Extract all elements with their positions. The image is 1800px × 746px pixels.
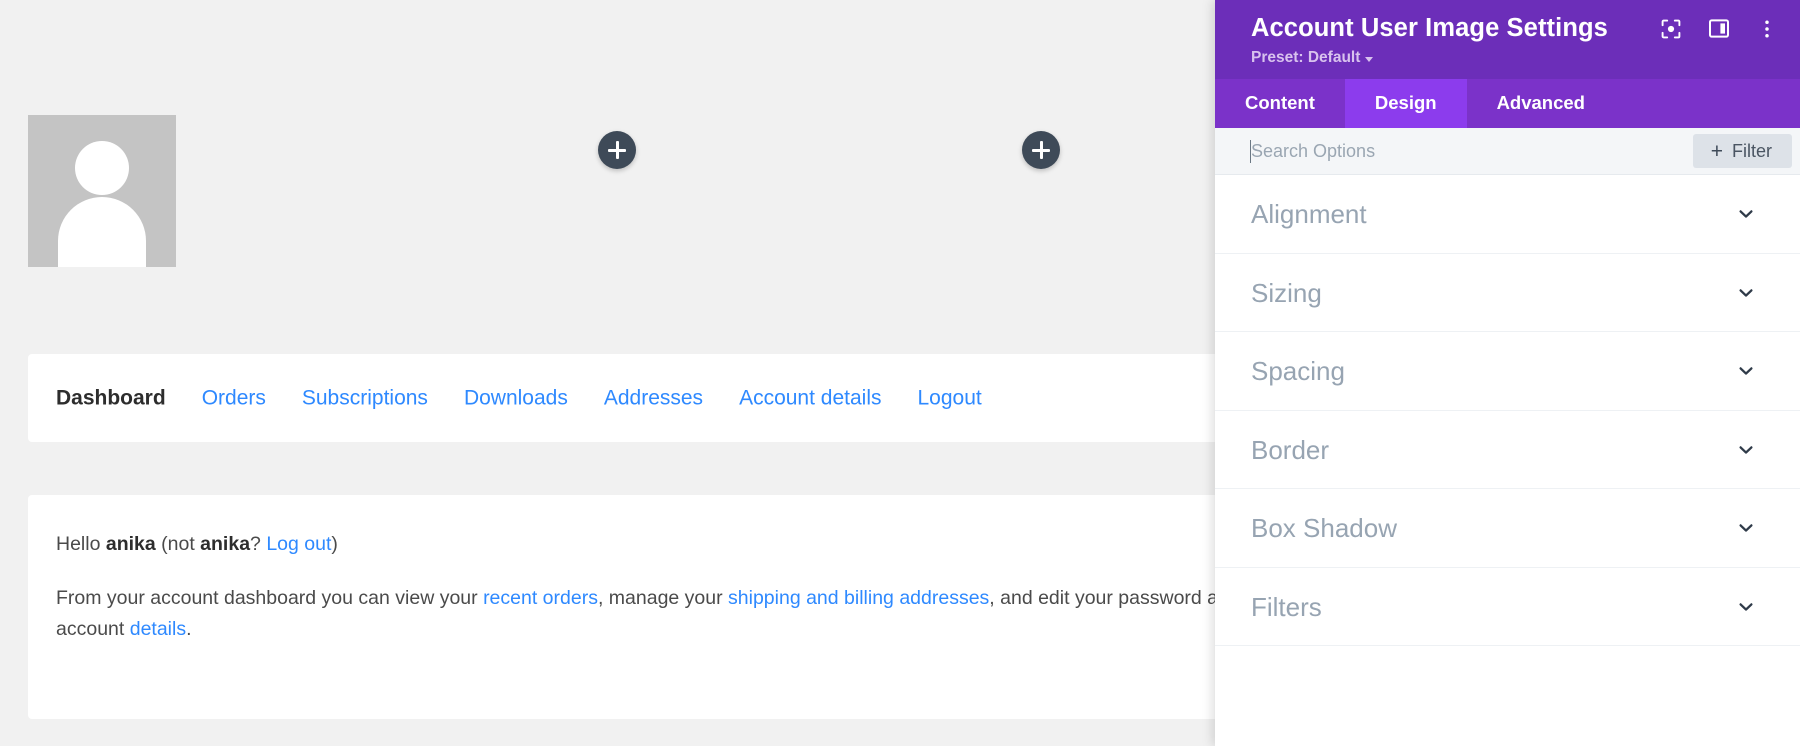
section-alignment[interactable]: Alignment bbox=[1215, 175, 1800, 254]
section-spacing[interactable]: Spacing bbox=[1215, 332, 1800, 411]
nav-item-logout[interactable]: Logout bbox=[917, 388, 981, 409]
desc-seg-2: , manage your bbox=[597, 586, 729, 609]
section-filters[interactable]: Filters bbox=[1215, 568, 1800, 647]
add-module-button-1[interactable] bbox=[598, 131, 636, 169]
hero-band bbox=[0, 0, 1215, 285]
greeting-not-open: (not bbox=[155, 533, 201, 555]
page-preview-canvas: Dashboard Orders Subscriptions Downloads… bbox=[0, 0, 1215, 746]
more-vertical-icon[interactable] bbox=[1756, 18, 1778, 40]
chevron-down-icon bbox=[1736, 518, 1756, 538]
section-label: Border bbox=[1251, 434, 1330, 465]
layout-panel-icon[interactable] bbox=[1708, 18, 1730, 40]
section-border[interactable]: Border bbox=[1215, 411, 1800, 490]
desc-seg-1: From your account dashboard you can view… bbox=[56, 586, 484, 609]
module-settings-panel: Account User Image Settings Preset: Defa… bbox=[1215, 0, 1800, 746]
greeting-paragraph: Hello anika (not anika? Log out) bbox=[56, 529, 1215, 561]
section-label: Box Shadow bbox=[1251, 513, 1397, 544]
preset-label: Preset: Default bbox=[1251, 49, 1361, 67]
account-nav: Dashboard Orders Subscriptions Downloads… bbox=[56, 388, 982, 409]
panel-header-actions bbox=[1660, 18, 1778, 40]
panel-title: Account User Image Settings bbox=[1251, 14, 1608, 42]
section-label: Sizing bbox=[1251, 277, 1322, 308]
chevron-down-icon bbox=[1736, 283, 1756, 303]
tab-design[interactable]: Design bbox=[1344, 79, 1467, 129]
section-label: Alignment bbox=[1251, 199, 1367, 230]
focus-target-icon[interactable] bbox=[1660, 18, 1682, 40]
screen-root: Dashboard Orders Subscriptions Downloads… bbox=[0, 0, 1800, 746]
greeting-hello: Hello bbox=[56, 533, 106, 555]
account-content: Hello anika (not anika? Log out) From yo… bbox=[56, 529, 1215, 646]
plus-icon: + bbox=[1710, 139, 1723, 163]
tab-content[interactable]: Content bbox=[1215, 79, 1345, 128]
nav-item-account-details[interactable]: Account details bbox=[739, 388, 881, 409]
chevron-down-icon bbox=[1736, 440, 1756, 460]
search-input[interactable] bbox=[1251, 140, 1693, 162]
greeting-close: ) bbox=[331, 533, 338, 555]
account-details-link[interactable]: details bbox=[130, 618, 186, 640]
chevron-down-icon bbox=[1736, 204, 1756, 224]
nav-item-orders[interactable]: Orders bbox=[202, 388, 266, 409]
panel-header: Account User Image Settings Preset: Defa… bbox=[1215, 0, 1800, 80]
nav-item-subscriptions[interactable]: Subscriptions bbox=[302, 388, 428, 409]
avatar-head-shape bbox=[75, 141, 129, 195]
desc-seg-4: . bbox=[186, 618, 192, 641]
account-content-card: Hello anika (not anika? Log out) From yo… bbox=[28, 495, 1215, 719]
panel-header-top: Account User Image Settings bbox=[1251, 14, 1778, 43]
recent-orders-link[interactable]: recent orders bbox=[483, 587, 598, 609]
search-field bbox=[1215, 128, 1693, 174]
dashboard-description-paragraph: From your account dashboard you can view… bbox=[56, 583, 1215, 646]
greeting-username: anika bbox=[105, 533, 156, 555]
filter-button-label: Filter bbox=[1732, 140, 1772, 161]
search-row: + Filter bbox=[1215, 128, 1800, 176]
section-label: Spacing bbox=[1251, 356, 1345, 387]
design-sections-list: Alignment Sizing Spacing Border Box Shad… bbox=[1215, 175, 1800, 746]
log-out-link[interactable]: Log out bbox=[266, 533, 331, 555]
avatar bbox=[28, 115, 176, 267]
section-sizing[interactable]: Sizing bbox=[1215, 254, 1800, 333]
shipping-billing-addresses-link[interactable]: shipping and billing addresses bbox=[728, 587, 989, 609]
section-box-shadow[interactable]: Box Shadow bbox=[1215, 489, 1800, 568]
nav-item-addresses[interactable]: Addresses bbox=[604, 388, 703, 409]
account-nav-card: Dashboard Orders Subscriptions Downloads… bbox=[28, 354, 1215, 442]
chevron-down-icon bbox=[1736, 361, 1756, 381]
greeting-question: ? bbox=[250, 533, 267, 555]
nav-item-downloads[interactable]: Downloads bbox=[464, 388, 568, 409]
filter-button[interactable]: + Filter bbox=[1692, 134, 1792, 169]
chevron-down-icon bbox=[1736, 597, 1756, 617]
nav-item-dashboard[interactable]: Dashboard bbox=[56, 388, 166, 409]
add-module-button-2[interactable] bbox=[1022, 131, 1060, 169]
chevron-down-icon bbox=[1365, 56, 1374, 62]
text-cursor bbox=[1250, 140, 1251, 164]
greeting-username-2: anika bbox=[200, 533, 251, 555]
section-label: Filters bbox=[1251, 591, 1322, 622]
preset-selector[interactable]: Preset: Default bbox=[1251, 49, 1374, 67]
avatar-body-shape bbox=[58, 197, 146, 267]
tab-advanced[interactable]: Advanced bbox=[1467, 79, 1615, 128]
panel-tabs: Content Design Advanced bbox=[1215, 79, 1800, 129]
